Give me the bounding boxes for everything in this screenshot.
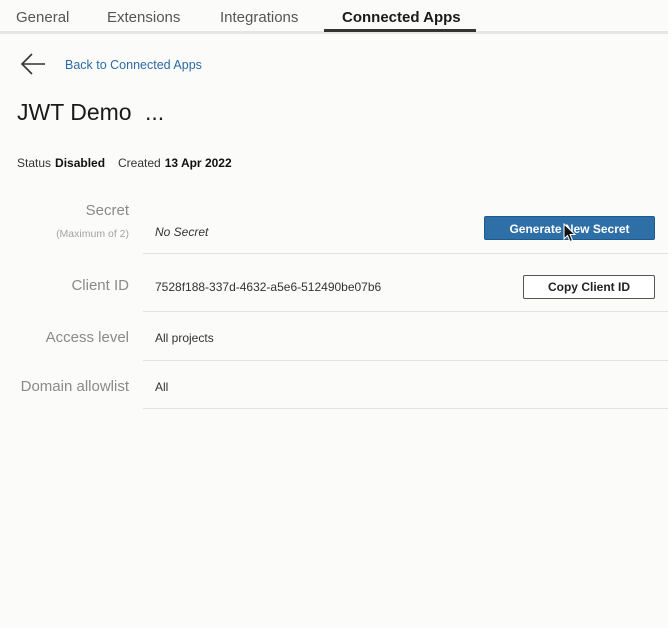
secret-sublabel: (Maximum of 2) — [56, 228, 129, 240]
tab-integrations[interactable]: Integrations — [220, 9, 298, 26]
client-id-value: 7528f188-337d-4632-a5e6-512490be07b6 — [155, 280, 382, 294]
back-to-connected-apps-link[interactable]: Back to Connected Apps — [65, 58, 202, 72]
secret-label: Secret — [85, 202, 129, 219]
arrow-left-icon[interactable] — [19, 51, 47, 79]
generate-new-secret-button[interactable]: Generate New Secret — [484, 216, 655, 240]
tab-connected-apps[interactable]: Connected Apps — [342, 9, 461, 26]
tab-general[interactable]: General — [16, 9, 69, 26]
status-label: Status — [17, 156, 52, 170]
status-info: Status Disabled — [17, 156, 105, 170]
created-value: 13 Apr 2022 — [164, 156, 232, 170]
tab-bar: General Extensions Integrations Connecte… — [0, 0, 668, 34]
created-label: Created — [118, 156, 161, 170]
divider — [143, 311, 668, 312]
secret-value: No Secret — [155, 225, 209, 239]
domain-allowlist-value: All — [155, 380, 169, 394]
created-info: Created 13 Apr 2022 — [118, 156, 232, 170]
divider — [143, 253, 668, 254]
domain-allowlist-label: Domain allowlist — [20, 378, 129, 395]
divider — [143, 408, 668, 409]
access-level-value: All projects — [155, 331, 214, 345]
page-title: JWT Demo — [17, 99, 132, 125]
status-value: Disabled — [55, 156, 106, 170]
access-level-label: Access level — [45, 329, 129, 346]
more-actions-button[interactable]: ... — [145, 99, 164, 126]
divider — [143, 360, 668, 361]
tab-extensions[interactable]: Extensions — [107, 9, 180, 26]
active-tab-indicator — [324, 29, 476, 32]
client-id-label: Client ID — [71, 277, 129, 294]
copy-client-id-button[interactable]: Copy Client ID — [523, 275, 655, 299]
